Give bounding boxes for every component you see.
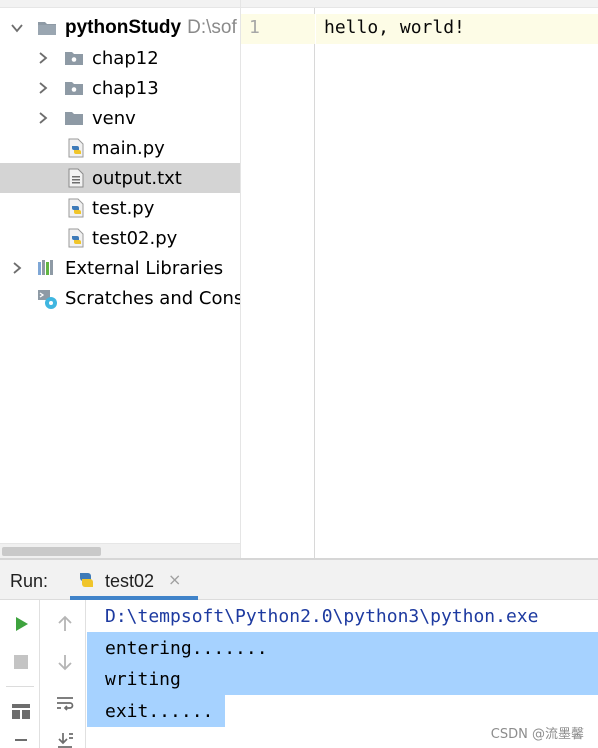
horizontal-scrollbar[interactable] [0,543,240,558]
tree-item-chap13[interactable]: chap13 [0,73,240,103]
scrollbar-thumb[interactable] [2,547,101,556]
chevron-right-icon[interactable] [36,111,50,125]
console-line[interactable]: entering....... [105,638,268,659]
tree-item-venv[interactable]: venv [0,103,240,133]
chevron-down-icon[interactable] [10,21,24,35]
package-folder-icon [64,78,84,98]
tree-item-main-py[interactable]: main.py [0,133,240,163]
project-tool-window: pythonStudy D:\sof chap12 chap13 venv ma… [0,0,241,558]
tree-item-label: test.py [92,197,155,219]
tree-item-chap12[interactable]: chap12 [0,43,240,73]
run-header: Run: test02 × [0,560,598,600]
pin-icon[interactable] [7,732,35,748]
run-tool-window: Run: test02 × D:\tempsoft\Python2.0\pyth… [0,558,598,748]
rerun-play-icon[interactable] [7,610,35,638]
chevron-right-icon[interactable] [36,51,50,65]
toolbar-separator [6,686,34,687]
code-line-1[interactable]: hello, world! [324,17,465,38]
text-file-icon [66,168,86,188]
arrow-up-icon[interactable] [51,610,79,638]
editor-tabs-strip[interactable] [241,0,598,8]
tree-item-label: main.py [92,137,165,159]
scroll-to-end-icon[interactable] [51,726,79,748]
folder-icon [64,108,84,128]
chevron-right-icon[interactable] [10,261,24,275]
tree-item-label: output.txt [92,167,182,189]
tree-item-external-libraries[interactable]: External Libraries [0,253,240,283]
tree-item-label: chap12 [92,47,159,69]
package-folder-icon [64,48,84,68]
tree-item-label: venv [92,107,136,129]
python-file-icon [66,138,86,158]
tree-item-output-txt[interactable]: output.txt [0,163,240,193]
project-toolbar [0,0,240,8]
run-toolbar-secondary [44,600,86,748]
close-icon[interactable]: × [168,570,181,589]
library-icon [37,258,57,278]
layout-icon[interactable] [7,698,35,726]
tree-item-label: Scratches and Conso [65,287,241,309]
root-label: pythonStudy D:\sof [65,17,237,38]
tree-item-label: chap13 [92,77,159,99]
python-file-icon [66,228,86,248]
tree-item-test-py[interactable]: test.py [0,193,240,223]
python-file-icon [66,198,86,218]
python-icon [76,570,96,594]
watermark: CSDN @流墨馨 [490,727,584,742]
line-number-gutter: 1 [241,8,315,558]
arrow-down-icon[interactable] [51,648,79,676]
root-path: D:\sof [187,17,237,38]
editor-pane: 1 hello, world! [241,0,598,558]
chevron-right-icon[interactable] [36,81,50,95]
stop-icon[interactable] [7,648,35,676]
tree-root-pythonstudy[interactable]: pythonStudy D:\sof [0,13,240,43]
soft-wrap-icon[interactable] [51,690,79,718]
tree-item-label: test02.py [92,227,178,249]
tab-label: test02 [105,571,155,591]
console-line[interactable]: exit...... [105,701,213,722]
scratches-icon [37,288,57,309]
console-output[interactable]: D:\tempsoft\Python2.0\python3\python.exe… [87,600,598,748]
tree-item-scratches[interactable]: Scratches and Conso [0,283,241,313]
tree-item-label: External Libraries [65,257,224,279]
tree-item-test02-py[interactable]: test02.py [0,223,240,253]
console-line[interactable]: writing [105,669,181,690]
code-area[interactable]: hello, world! [316,8,598,558]
run-toolbar-primary [0,600,40,748]
line-number: 1 [249,17,260,38]
run-title: Run: [10,571,49,591]
project-folder-icon [37,18,57,38]
tab-test02[interactable]: test02 × [70,560,198,600]
console-line[interactable]: D:\tempsoft\Python2.0\python3\python.exe [105,606,538,627]
